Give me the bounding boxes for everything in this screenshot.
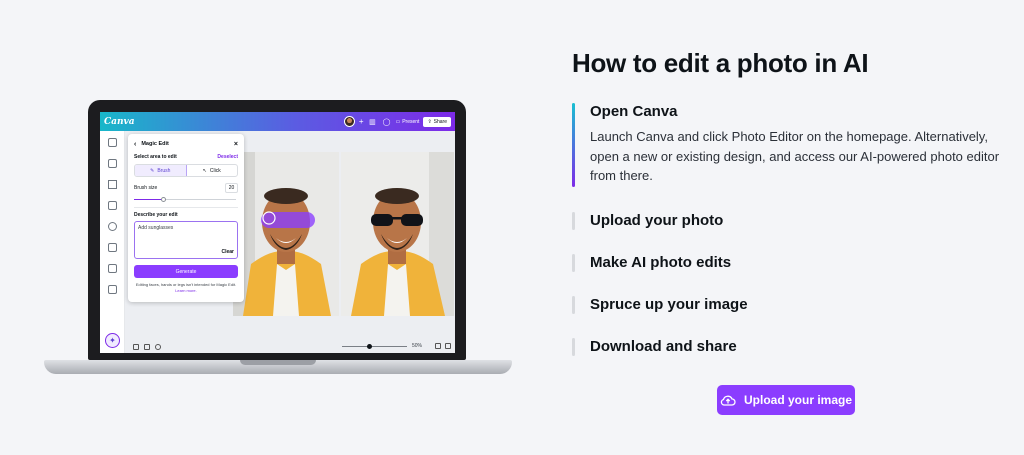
bottom-left-tools bbox=[133, 343, 161, 350]
uploads-icon[interactable] bbox=[108, 222, 117, 231]
topbar-actions: + ▥ ◯ ▭ Present ⇪ Share bbox=[343, 116, 451, 127]
step-download-share[interactable]: Download and share bbox=[572, 338, 1012, 356]
magic-edit-panel: ‹ Magic Edit × Select area to edit Desel… bbox=[128, 134, 244, 302]
add-collaborator-button[interactable]: + bbox=[359, 117, 364, 126]
describe-label: Describe your edit bbox=[134, 212, 178, 218]
slider-fill bbox=[134, 199, 162, 200]
step-upload-photo[interactable]: Upload your photo bbox=[572, 212, 1012, 230]
cursor-click-icon: ↖ bbox=[202, 167, 207, 174]
generate-button[interactable]: Generate bbox=[134, 265, 238, 278]
avatar[interactable] bbox=[343, 116, 355, 127]
learn-more-link[interactable]: Learn more. bbox=[175, 288, 197, 293]
step-indicator bbox=[572, 338, 575, 356]
share-button[interactable]: ⇪ Share bbox=[423, 116, 451, 127]
select-area-label: Select area to edit bbox=[134, 154, 177, 160]
editor-topbar: Canva + ▥ ◯ ▭ Present ⇪ Share bbox=[100, 112, 455, 131]
photo-before[interactable] bbox=[233, 152, 339, 316]
grid-view-icon[interactable] bbox=[435, 343, 441, 349]
step-spruce-up[interactable]: Spruce up your image bbox=[572, 296, 1012, 314]
slider-handle[interactable] bbox=[161, 197, 167, 202]
brush-size-label: Brush size bbox=[134, 185, 158, 191]
deselect-link[interactable]: Deselect bbox=[217, 154, 238, 160]
zoom-slider[interactable] bbox=[342, 346, 407, 347]
share-label: Share bbox=[433, 118, 447, 125]
disclaimer-note: Editing faces, hands or legs isn't inten… bbox=[134, 282, 238, 294]
step-indicator bbox=[572, 212, 575, 230]
present-icon: ▭ bbox=[395, 118, 401, 125]
editor-side-rail: ✦ bbox=[100, 131, 125, 353]
draw-icon[interactable] bbox=[108, 243, 117, 252]
editor-screen: Canva + ▥ ◯ ▭ Present ⇪ Share ✦ ‹ Magic … bbox=[100, 112, 455, 353]
prompt-text: Add sunglasses bbox=[138, 225, 174, 231]
upload-image-label: Upload your image bbox=[743, 393, 853, 407]
tab-click-label: Click bbox=[209, 167, 221, 174]
comment-icon[interactable]: ◯ bbox=[381, 117, 391, 127]
fullscreen-icon[interactable] bbox=[445, 343, 451, 349]
brand-icon[interactable] bbox=[108, 201, 117, 210]
page-title: How to edit a photo in AI bbox=[572, 48, 869, 78]
projects-icon[interactable] bbox=[108, 264, 117, 273]
step-title: Spruce up your image bbox=[590, 296, 748, 313]
text-icon[interactable] bbox=[108, 180, 117, 189]
select-area-row: Select area to edit Deselect bbox=[134, 154, 238, 160]
panel-header: ‹ Magic Edit × bbox=[134, 139, 238, 149]
clear-button[interactable]: Clear bbox=[221, 249, 234, 255]
present-button[interactable]: ▭ Present bbox=[395, 119, 419, 125]
step-title: Download and share bbox=[590, 338, 737, 355]
step-indicator bbox=[572, 254, 575, 272]
tab-brush-label: Brush bbox=[157, 167, 171, 174]
step-indicator bbox=[572, 296, 575, 314]
chevron-left-icon[interactable]: ‹ bbox=[134, 141, 136, 148]
zoom-level: 50% bbox=[412, 343, 423, 349]
step-title: Upload your photo bbox=[590, 212, 724, 229]
step-indicator bbox=[572, 103, 575, 187]
prompt-input[interactable]: Add sunglasses Clear bbox=[134, 221, 238, 259]
step-ai-edits[interactable]: Make AI photo edits bbox=[572, 254, 1012, 272]
step-title: Open Canva bbox=[590, 103, 678, 120]
brush-size-slider[interactable] bbox=[134, 197, 238, 202]
magic-wand-icon[interactable]: ✦ bbox=[105, 333, 120, 348]
step-description: Launch Canva and click Photo Editor on t… bbox=[590, 129, 1000, 183]
brush-size-input[interactable]: 20 bbox=[225, 183, 238, 193]
tab-click[interactable]: ↖ Click bbox=[187, 165, 238, 176]
panel-title: Magic Edit bbox=[141, 141, 169, 147]
duration-icon[interactable] bbox=[144, 343, 150, 350]
zoom-handle[interactable] bbox=[367, 344, 373, 349]
photo-after[interactable] bbox=[341, 152, 454, 316]
brush-icon: ✎ bbox=[150, 167, 155, 174]
share-icon: ⇪ bbox=[427, 118, 432, 125]
notes-icon[interactable] bbox=[133, 343, 139, 350]
upload-image-button[interactable]: Upload your image bbox=[717, 385, 855, 415]
design-icon[interactable] bbox=[108, 138, 117, 147]
editor-bottombar: 50% bbox=[125, 340, 455, 353]
note-text: Editing faces, hands or legs isn't inten… bbox=[135, 282, 237, 287]
step-open-canva[interactable]: Open Canva Launch Canva and click Photo … bbox=[572, 103, 1012, 187]
laptop-notch bbox=[240, 360, 316, 365]
cloud-upload-icon bbox=[720, 395, 736, 406]
chart-icon[interactable]: ▥ bbox=[367, 117, 377, 127]
bottom-right-tools bbox=[435, 343, 451, 349]
steps-list: Open Canva Launch Canva and click Photo … bbox=[572, 103, 1012, 356]
canva-logo: Canva bbox=[104, 116, 135, 127]
selection-mode-toggle: ✎ Brush ↖ Click bbox=[134, 164, 238, 177]
apps-icon[interactable] bbox=[108, 285, 117, 294]
close-icon[interactable]: × bbox=[234, 141, 238, 148]
step-title: Make AI photo edits bbox=[590, 254, 732, 271]
tab-brush[interactable]: ✎ Brush bbox=[135, 165, 187, 176]
elements-icon[interactable] bbox=[108, 159, 117, 168]
timer-icon[interactable] bbox=[155, 343, 161, 350]
divider bbox=[134, 207, 238, 208]
brush-size-row: Brush size 20 bbox=[134, 183, 238, 193]
present-label: Present bbox=[402, 118, 420, 125]
